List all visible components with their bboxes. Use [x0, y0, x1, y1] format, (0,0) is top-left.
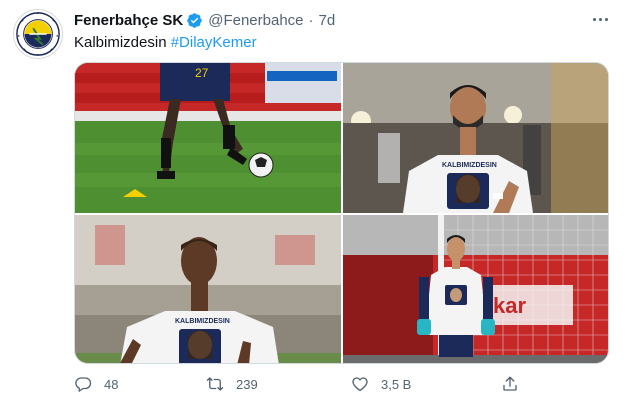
reply-count: 48: [104, 376, 119, 392]
avatar[interactable]: [13, 9, 63, 59]
retweet-icon: [206, 377, 224, 391]
svg-text:kar: kar: [493, 293, 526, 318]
more-dot: [604, 17, 608, 21]
more-dot: [598, 17, 602, 21]
tweet-text: Kalbimizdesin #DilayKemer: [74, 33, 257, 53]
display-name[interactable]: Fenerbahçe SK: [74, 12, 183, 29]
retweet-count: 239: [236, 376, 258, 392]
retweet-button[interactable]: 239: [206, 372, 258, 396]
photo-player-tshirt-stadium[interactable]: KALBIMIZDESIN: [343, 63, 608, 213]
tweet-card[interactable]: Fenerbahçe SK @Fenerbahce · 7d Kalbimizd…: [0, 0, 640, 404]
like-count: 3,5 B: [381, 376, 412, 392]
more-dots-icon: [592, 17, 596, 21]
fenerbahce-crest-icon: [14, 10, 62, 58]
svg-text:KALBIMIZDESIN: KALBIMIZDESIN: [442, 162, 497, 169]
photo-player-feet-ball[interactable]: 27: [75, 63, 341, 213]
share-icon: [503, 376, 517, 391]
user-handle[interactable]: @Fenerbahce: [208, 12, 303, 29]
verified-badge-icon: [187, 12, 202, 28]
photo-goalkeeper-tshirt[interactable]: kar: [343, 215, 608, 363]
hashtag-link[interactable]: #DilayKemer: [171, 34, 257, 51]
reply-icon: [75, 377, 92, 392]
separator-dot: ·: [308, 11, 314, 29]
photo-player-tshirt-field[interactable]: KALBIMIZDESIN: [75, 215, 341, 363]
like-button[interactable]: 3,5 B: [351, 372, 411, 396]
more-options-button[interactable]: [587, 9, 613, 29]
tweet-text-plain: Kalbimizdesin: [74, 34, 167, 51]
tweet-header: Fenerbahçe SK @Fenerbahce · 7d: [74, 10, 335, 30]
reply-button[interactable]: 48: [74, 372, 118, 396]
svg-text:KALBIMIZDESIN: KALBIMIZDESIN: [175, 318, 230, 325]
tweet-actions: 48 239 3,5 B: [74, 372, 554, 396]
svg-text:27: 27: [195, 66, 209, 80]
share-button[interactable]: [501, 372, 519, 396]
timestamp[interactable]: 7d: [319, 12, 336, 29]
heart-icon: [352, 377, 368, 392]
media-grid: 27 KALBIMIZDESIN KALBIMIZDESIN kar: [74, 62, 609, 364]
